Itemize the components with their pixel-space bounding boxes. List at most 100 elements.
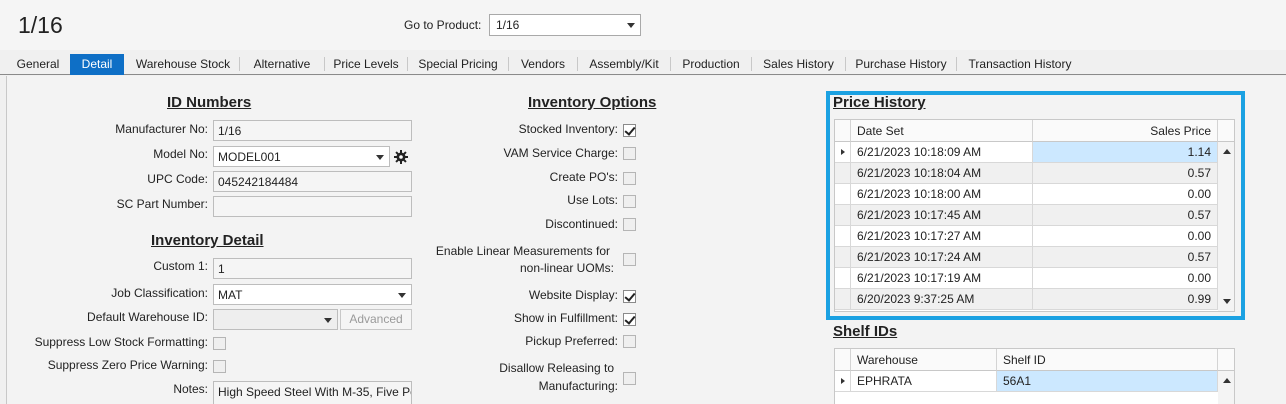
table-row[interactable]: 6/21/2023 10:18:04 AM 0.57 bbox=[835, 163, 1218, 184]
pickup-preferred-checkbox[interactable] bbox=[623, 335, 636, 348]
default-warehouse-label: Default Warehouse ID: bbox=[87, 310, 208, 324]
custom1-field[interactable]: 1 bbox=[213, 258, 412, 279]
col-header-date-set[interactable]: Date Set bbox=[851, 120, 1033, 142]
tab-separator bbox=[845, 57, 846, 71]
suppress-low-stock-label: Suppress Low Stock Formatting: bbox=[34, 335, 208, 349]
shelf-ids-grid[interactable]: Warehouse Shelf ID EPHRATA 56A1 bbox=[834, 348, 1235, 404]
tab-separator bbox=[577, 57, 578, 71]
tab-separator bbox=[239, 57, 240, 71]
custom1-label: Custom 1: bbox=[153, 259, 208, 273]
date-cell: 6/21/2023 10:18:09 AM bbox=[851, 142, 1033, 163]
tab-assembly-kit[interactable]: Assembly/Kit bbox=[579, 54, 669, 75]
table-row[interactable]: 6/21/2023 10:17:24 AM 0.57 bbox=[835, 247, 1218, 268]
inventory-detail-heading: Inventory Detail bbox=[151, 232, 264, 249]
tab-production[interactable]: Production bbox=[672, 54, 750, 75]
scroll-down-icon[interactable] bbox=[1223, 299, 1231, 304]
price-cell: 1.14 bbox=[1033, 142, 1218, 163]
price-cell: 0.99 bbox=[1033, 289, 1218, 310]
tab-alternative[interactable]: Alternative bbox=[241, 54, 323, 75]
model-no-value: MODEL001 bbox=[218, 150, 281, 164]
suppress-zero-price-checkbox[interactable] bbox=[213, 360, 226, 373]
col-header-sales-price[interactable]: Sales Price bbox=[1033, 120, 1218, 142]
tab-vendors[interactable]: Vendors bbox=[510, 54, 576, 75]
tab-price-levels[interactable]: Price Levels bbox=[326, 54, 406, 75]
tab-separator bbox=[956, 57, 957, 71]
website-display-checkbox[interactable] bbox=[623, 290, 636, 303]
row-indicator bbox=[835, 205, 851, 226]
notes-field[interactable]: High Speed Steel With M-35, Five Pe bbox=[213, 381, 412, 404]
price-cell: 0.00 bbox=[1033, 226, 1218, 247]
col-header-shelf-id[interactable]: Shelf ID bbox=[997, 349, 1218, 371]
upc-code-field[interactable]: 045242184484 bbox=[213, 171, 412, 192]
tab-separator bbox=[751, 57, 752, 71]
disallow-releasing-checkbox[interactable] bbox=[623, 372, 636, 385]
show-in-fulfillment-label: Show in Fulfillment: bbox=[513, 311, 618, 325]
linear-measurements-label-1: Enable Linear Measurements for bbox=[435, 244, 610, 258]
chevron-down-icon bbox=[627, 23, 635, 28]
tab-separator bbox=[670, 57, 671, 71]
table-row[interactable]: EPHRATA 56A1 bbox=[835, 371, 1218, 392]
scroll-up-icon[interactable] bbox=[1223, 378, 1231, 383]
shelf-ids-scrollbar[interactable] bbox=[1218, 371, 1234, 404]
model-no-select[interactable]: MODEL001 bbox=[213, 146, 390, 167]
tab-sales-history[interactable]: Sales History bbox=[753, 54, 844, 75]
goto-product-value: 1/16 bbox=[496, 18, 520, 32]
model-no-label: Model No: bbox=[153, 147, 208, 161]
tab-warehouse-stock[interactable]: Warehouse Stock bbox=[128, 54, 238, 75]
id-numbers-heading: ID Numbers bbox=[167, 94, 252, 111]
row-indicator bbox=[835, 371, 851, 392]
table-row[interactable]: 6/21/2023 10:17:45 AM 0.57 bbox=[835, 205, 1218, 226]
table-row[interactable]: 6/21/2023 10:17:19 AM 0.00 bbox=[835, 268, 1218, 289]
suppress-low-stock-checkbox[interactable] bbox=[213, 337, 226, 350]
tab-separator bbox=[324, 57, 325, 71]
job-classification-select[interactable]: MAT bbox=[213, 284, 412, 305]
warehouse-cell: EPHRATA bbox=[851, 371, 997, 392]
row-indicator bbox=[835, 247, 851, 268]
tab-general[interactable]: General bbox=[8, 54, 68, 75]
goto-product-select[interactable]: 1/16 bbox=[489, 14, 641, 36]
goto-product-label: Go to Product: bbox=[404, 18, 482, 32]
stocked-inventory-checkbox[interactable] bbox=[623, 124, 636, 137]
table-row[interactable]: 6/21/2023 10:18:09 AM 1.14 bbox=[835, 142, 1218, 163]
show-in-fulfillment-checkbox[interactable] bbox=[623, 313, 636, 326]
grid-header-filler bbox=[1218, 120, 1234, 142]
date-cell: 6/20/2023 9:37:25 AM bbox=[851, 289, 1033, 310]
table-row[interactable]: 6/21/2023 10:18:00 AM 0.00 bbox=[835, 184, 1218, 205]
price-history-scrollbar[interactable] bbox=[1218, 142, 1234, 311]
chevron-down-icon bbox=[324, 318, 332, 323]
discontinued-checkbox[interactable] bbox=[623, 218, 636, 231]
tab-special-pricing[interactable]: Special Pricing bbox=[409, 54, 507, 75]
job-classification-value: MAT bbox=[218, 288, 243, 302]
vam-service-charge-checkbox[interactable] bbox=[623, 147, 636, 160]
date-cell: 6/21/2023 10:18:00 AM bbox=[851, 184, 1033, 205]
manufacturer-no-field[interactable]: 1/16 bbox=[213, 120, 412, 141]
date-cell: 6/21/2023 10:17:27 AM bbox=[851, 226, 1033, 247]
suppress-zero-price-label: Suppress Zero Price Warning: bbox=[47, 358, 208, 372]
tab-detail[interactable]: Detail bbox=[70, 54, 124, 75]
table-row[interactable]: 6/21/2023 10:17:27 AM 0.00 bbox=[835, 226, 1218, 247]
scroll-up-icon[interactable] bbox=[1223, 149, 1231, 154]
price-history-grid[interactable]: Date Set Sales Price 6/21/2023 10:18:09 … bbox=[834, 119, 1235, 312]
discontinued-label: Discontinued: bbox=[545, 217, 618, 231]
tab-transaction-history[interactable]: Transaction History bbox=[958, 54, 1082, 75]
row-indicator bbox=[835, 142, 851, 163]
advanced-button[interactable]: Advanced bbox=[340, 309, 412, 330]
default-warehouse-select[interactable] bbox=[213, 309, 338, 330]
title-bar: 1/16 Go to Product: 1/16 bbox=[0, 0, 1286, 50]
use-lots-checkbox[interactable] bbox=[623, 195, 636, 208]
sc-part-number-field[interactable] bbox=[213, 196, 412, 217]
create-pos-checkbox[interactable] bbox=[623, 172, 636, 185]
grid-corner bbox=[835, 120, 851, 142]
tab-purchase-history[interactable]: Purchase History bbox=[847, 54, 955, 75]
grid-header-filler bbox=[1218, 349, 1234, 371]
sc-part-number-label: SC Part Number: bbox=[116, 197, 208, 211]
gear-icon[interactable] bbox=[393, 149, 409, 165]
col-header-warehouse[interactable]: Warehouse bbox=[851, 349, 997, 371]
price-cell: 0.57 bbox=[1033, 205, 1218, 226]
current-row-icon bbox=[841, 378, 845, 384]
table-row[interactable]: 6/20/2023 9:37:25 AM 0.99 bbox=[835, 289, 1218, 310]
linear-measurements-checkbox[interactable] bbox=[623, 253, 636, 266]
shelf-id-cell: 56A1 bbox=[997, 371, 1218, 392]
tab-bar: General Detail Warehouse Stock Alternati… bbox=[0, 54, 1286, 75]
tab-separator bbox=[508, 57, 509, 71]
